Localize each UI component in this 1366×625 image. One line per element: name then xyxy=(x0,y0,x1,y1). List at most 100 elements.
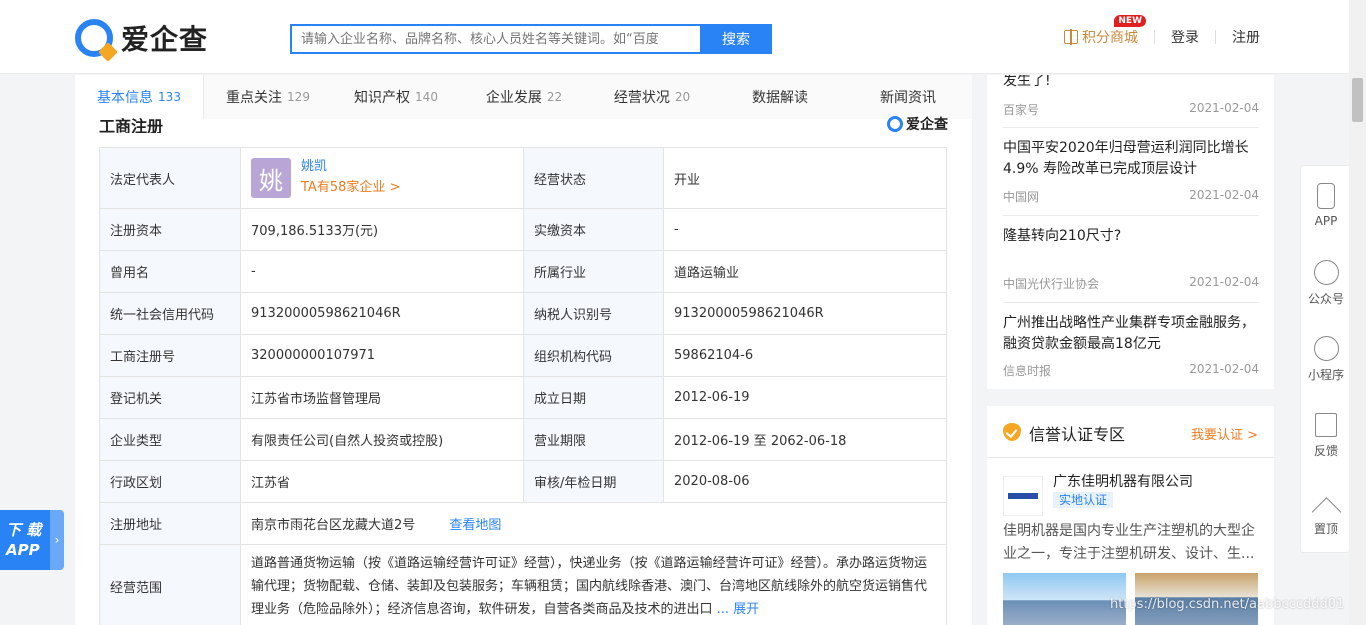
reg-capital-value: 709,186.5133万(元) xyxy=(240,208,524,251)
mini-program-icon xyxy=(1313,335,1339,361)
status-value: 开业 xyxy=(663,147,947,209)
search-button[interactable]: 搜索 xyxy=(700,24,772,54)
header-divider xyxy=(1215,30,1216,44)
news-title: 隆基转向210尺寸? xyxy=(1003,228,1122,244)
address-cell: 南京市雨花台区龙藏大道2号 查看地图 xyxy=(240,502,947,545)
phone-icon xyxy=(1317,182,1335,209)
news-title: 广州推出战略性产业集群专项金融服务，融资贷款金额最高18亿元 xyxy=(1003,315,1255,352)
tab-key-focus[interactable]: 重点关注 129 xyxy=(204,75,332,119)
tab-label: 企业发展 xyxy=(485,90,542,106)
news-title: 中国平安2020年归母营运利润同比增长4.9% 寿险改革已完成顶层设计 xyxy=(1003,140,1249,177)
search-input[interactable] xyxy=(292,26,700,52)
scope-label: 经营范围 xyxy=(99,544,241,625)
arrow-up-icon xyxy=(1314,491,1338,515)
region-label: 行政区划 xyxy=(99,460,241,503)
org-code-label: 组织机构代码 xyxy=(523,334,664,377)
site-logo[interactable]: 爱企查 xyxy=(75,18,208,58)
type-label: 企业类型 xyxy=(99,418,241,461)
mini-program-button[interactable]: 小程序 xyxy=(1301,329,1351,389)
credibility-header: 信誉认证专区 我要认证 > xyxy=(987,406,1274,458)
authority-value: 江苏省市场监督管理局 xyxy=(240,376,524,419)
tab-ip[interactable]: 知识产权 140 xyxy=(332,75,460,119)
section-title: 工商注册 xyxy=(99,117,164,133)
legal-rep-label: 法定代表人 xyxy=(99,147,241,209)
paid-capital-label: 实缴资本 xyxy=(523,208,664,251)
official-account-button[interactable]: 公众号 xyxy=(1301,253,1351,313)
download-app-tab[interactable]: 下 载 APP › xyxy=(0,510,64,570)
paid-capital-value: - xyxy=(663,208,947,251)
watermark-text: 爱企查 xyxy=(906,117,948,133)
login-link[interactable]: 登录 xyxy=(1171,27,1199,47)
header-divider xyxy=(1154,30,1155,44)
credibility-title: 信誉认证专区 xyxy=(1029,425,1126,444)
credit-code-label: 统一社会信用代码 xyxy=(99,292,241,335)
table-row: 注册资本 709,186.5133万(元) 实缴资本 - xyxy=(99,208,947,251)
former-name-label: 曾用名 xyxy=(99,250,241,293)
reg-no-label: 工商注册号 xyxy=(99,334,241,377)
url-watermark: https://blog.csdn.net/aabbcccddd01 xyxy=(1110,597,1345,612)
reg-no-value: 320000000107971 xyxy=(240,334,524,377)
company-logo[interactable] xyxy=(1003,476,1043,516)
download-line1: 下 载 xyxy=(6,521,42,539)
type-value: 有限责任公司(自然人投资或控股) xyxy=(240,418,524,461)
industry-value: 道路运输业 xyxy=(663,250,947,293)
section-watermark-logo: 爱企查 xyxy=(887,114,948,134)
news-source: 信息时报 xyxy=(1003,364,1052,378)
address-value: 南京市雨花台区龙藏大道2号 xyxy=(251,518,416,533)
feedback-icon xyxy=(1315,413,1337,437)
feedback-label: 反馈 xyxy=(1313,444,1338,458)
app-label: APP xyxy=(1314,213,1338,228)
gift-icon xyxy=(1064,29,1078,45)
reg-capital-label: 注册资本 xyxy=(99,208,241,251)
table-row: 登记机关 江苏省市场监督管理局 成立日期 2012-06-19 xyxy=(99,376,947,419)
feedback-button[interactable]: 反馈 xyxy=(1301,406,1351,466)
news-meta: 中国光伏行业协会 2021-02-04 xyxy=(1003,275,1259,292)
list-item[interactable]: 隆基转向210尺寸? 中国光伏行业协会 2021-02-04 xyxy=(1003,226,1259,303)
list-item[interactable]: 中国平安2020年归母营运利润同比增长4.9% 寿险改革已完成顶层设计 中国网 … xyxy=(1003,138,1259,216)
tab-count: 129 xyxy=(287,90,310,104)
table-row: 工商注册号 320000000107971 组织机构代码 59862104-6 xyxy=(99,334,947,377)
view-map-link[interactable]: 查看地图 xyxy=(449,518,501,533)
news-meta: 中国网 2021-02-04 xyxy=(1003,188,1259,205)
address-label: 注册地址 xyxy=(99,502,241,545)
news-source: 中国光伏行业协会 xyxy=(1003,277,1100,291)
table-row: 行政区划 江苏省 审核/年检日期 2020-08-06 xyxy=(99,460,947,503)
register-link[interactable]: 注册 xyxy=(1232,27,1260,47)
scrollbar-thumb[interactable] xyxy=(1352,78,1363,122)
tab-operations[interactable]: 经营状况 20 xyxy=(588,75,716,119)
tab-count: 20 xyxy=(674,90,691,104)
status-label: 经营状态 xyxy=(523,147,664,209)
tab-development[interactable]: 企业发展 22 xyxy=(460,75,588,119)
registration-table: 法定代表人 姚 姚凯 TA有58家企业 > 经营状态 开业 注册资本 709,1… xyxy=(99,147,947,625)
company-name-link[interactable]: 广东佳明机器有限公司 xyxy=(1053,471,1193,491)
page-scrollbar[interactable] xyxy=(1349,0,1366,625)
legal-rep-cell: 姚 姚凯 TA有58家企业 > xyxy=(240,147,524,209)
news-list: 发生了! 百家号 2021-02-04 中国平安2020年归母营运利润同比增长4… xyxy=(987,75,1274,389)
credibility-panel: 信誉认证专区 我要认证 > 广东佳明机器有限公司 实地认证 佳明机器是国内专业生… xyxy=(987,406,1274,625)
expand-scope-link[interactable]: ... 展开 xyxy=(717,602,760,617)
term-value: 2012-06-19 至 2062-06-18 xyxy=(663,418,947,461)
points-mall-link[interactable]: 积分商城 NEW xyxy=(1064,15,1146,47)
news-meta: 信息时报 2021-02-04 xyxy=(1003,362,1259,379)
founded-value: 2012-06-19 xyxy=(663,376,947,419)
tab-news[interactable]: 新闻资讯 xyxy=(844,75,972,119)
header-actions: 积分商城 NEW 登录 注册 xyxy=(1064,15,1260,47)
list-item[interactable]: 发生了! 百家号 2021-02-04 xyxy=(1003,75,1259,128)
table-row: 统一社会信用代码 91320000598621046R 纳税人识别号 91320… xyxy=(99,292,947,335)
credit-code-value: 91320000598621046R xyxy=(240,292,524,335)
logo-q-icon xyxy=(75,19,113,57)
legal-rep-companies-link[interactable]: TA有58家企业 > xyxy=(301,177,400,199)
tab-data-insight[interactable]: 数据解读 xyxy=(716,75,844,119)
audit-value: 2020-08-06 xyxy=(663,460,947,503)
term-label: 营业期限 xyxy=(523,418,664,461)
avatar: 姚 xyxy=(251,158,291,198)
list-item[interactable]: 广州推出战略性产业集群专项金融服务，融资贷款金额最高18亿元 信息时报 2021… xyxy=(1003,313,1259,389)
table-row: 注册地址 南京市雨花台区龙藏大道2号 查看地图 xyxy=(99,502,947,545)
app-button[interactable]: APP xyxy=(1301,175,1351,235)
legal-rep-name-link[interactable]: 姚凯 xyxy=(301,157,400,177)
back-to-top-button[interactable]: 置顶 xyxy=(1301,484,1351,544)
new-badge: NEW xyxy=(1114,15,1146,27)
company-photo[interactable] xyxy=(1003,573,1126,625)
apply-verification-link[interactable]: 我要认证 > xyxy=(1191,424,1258,443)
logo-text: 爱企查 xyxy=(121,23,209,56)
